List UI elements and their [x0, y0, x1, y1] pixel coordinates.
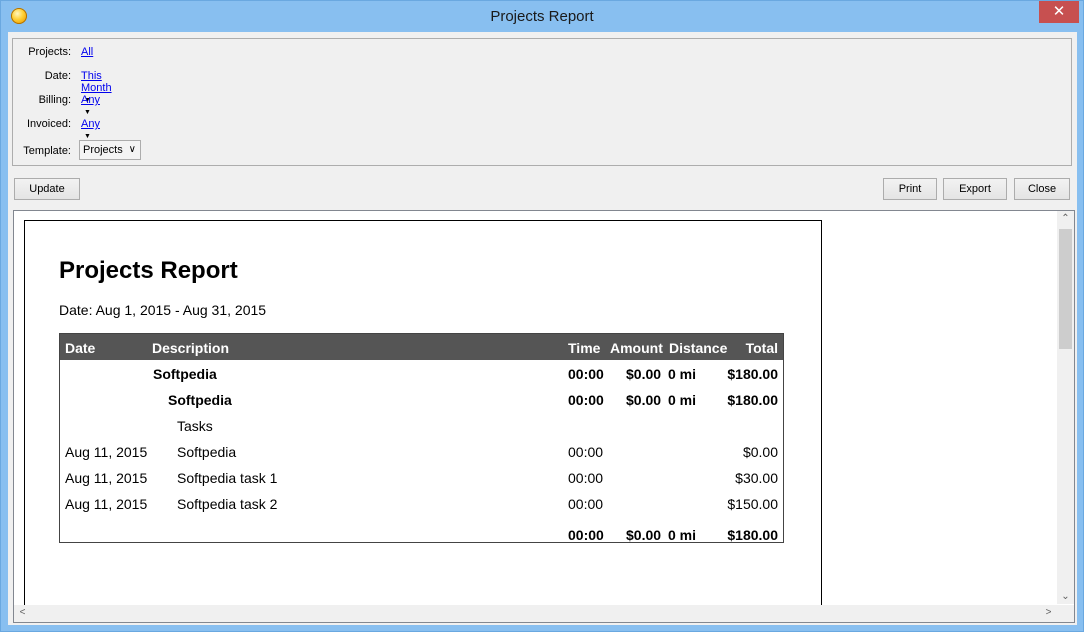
group-time: 00:00 — [568, 366, 604, 382]
row-date: Aug 11, 2015 — [65, 444, 148, 460]
subgroup-total: $180.00 — [727, 392, 778, 408]
title-bar: Projects Report ✕ — [1, 1, 1083, 32]
group-description: Softpedia — [153, 366, 217, 382]
date-value[interactable]: This Month — [81, 70, 112, 94]
row-total: $0.00 — [742, 444, 778, 460]
row-date: Aug 11, 2015 — [65, 496, 148, 512]
row-time: 00:00 — [568, 470, 604, 486]
report-window: Projects Report ✕ Projects: All Date: Th… — [0, 0, 1084, 632]
table-header: Date Description Time Amount Distance To… — [60, 334, 783, 360]
row-total: $150.00 — [727, 496, 778, 512]
total-amount: $0.00 — [626, 527, 662, 543]
vertical-scrollbar[interactable]: ⌃ ⌄ — [1057, 211, 1074, 604]
invoiced-dropdown-arrow-icon: ▼ — [84, 133, 91, 140]
export-button[interactable]: Export — [943, 178, 1007, 200]
billing-dropdown-arrow-icon: ▼ — [84, 109, 91, 116]
scroll-up-icon[interactable]: ⌃ — [1057, 213, 1074, 224]
window-title: Projects Report — [490, 8, 594, 25]
billing-label: Billing: — [38, 94, 71, 106]
projects-label: Projects: — [28, 46, 71, 58]
invoiced-value[interactable]: Any — [81, 118, 100, 130]
row-description: Softpedia — [177, 444, 237, 460]
subgroup-distance: 0 mi — [668, 392, 697, 408]
col-amount: Amount — [610, 340, 663, 356]
billing-value[interactable]: Any — [81, 94, 100, 106]
template-value: Projects — [83, 144, 123, 156]
col-total: Total — [745, 340, 778, 356]
window-close-button[interactable]: ✕ — [1039, 1, 1079, 23]
col-date: Date — [65, 340, 96, 356]
row-time: 00:00 — [568, 444, 604, 460]
group-total: $180.00 — [727, 366, 778, 382]
group-distance: 0 mi — [668, 366, 697, 382]
scroll-right-icon[interactable]: > — [1040, 607, 1057, 618]
col-time: Time — [568, 340, 601, 356]
invoiced-link[interactable]: Any ▼ — [81, 118, 100, 142]
date-label: Date: — [44, 70, 71, 82]
filter-panel: Projects: All Date: This Month ▼ Billing:… — [12, 38, 1072, 166]
col-description: Description — [152, 340, 230, 356]
total-time: 00:00 — [568, 527, 604, 543]
template-select[interactable]: Projects ∨ — [79, 140, 141, 160]
client-area: Projects: All Date: This Month ▼ Billing:… — [8, 32, 1077, 625]
row-date: Aug 11, 2015 — [65, 470, 148, 486]
scroll-down-icon[interactable]: ⌄ — [1057, 591, 1074, 602]
report-viewer[interactable]: Projects Report Date: Aug 1, 2015 - Aug … — [13, 210, 1075, 623]
projects-link[interactable]: All — [81, 46, 93, 58]
report-date-range: Date: Aug 1, 2015 - Aug 31, 2015 — [59, 302, 267, 318]
row-total: $30.00 — [735, 470, 778, 486]
col-distance: Distance — [669, 340, 728, 356]
report-title: Projects Report — [59, 257, 238, 284]
template-label: Template: — [23, 145, 71, 157]
row-description: Softpedia task 2 — [177, 496, 278, 512]
close-button[interactable]: Close — [1014, 178, 1070, 200]
row-time: 00:00 — [568, 496, 604, 512]
invoiced-label: Invoiced: — [26, 118, 71, 130]
scroll-left-icon[interactable]: < — [14, 607, 31, 618]
vertical-scroll-thumb[interactable] — [1059, 229, 1072, 349]
report-table: Date Description Time Amount Distance To… — [59, 333, 784, 543]
subgroup-time: 00:00 — [568, 392, 604, 408]
billing-link[interactable]: Any ▼ — [81, 94, 100, 118]
update-button[interactable]: Update — [14, 178, 80, 200]
category-label: Tasks — [177, 418, 213, 434]
report-page: Projects Report Date: Aug 1, 2015 - Aug … — [24, 220, 822, 622]
subgroup-description: Softpedia — [168, 392, 232, 408]
subgroup-amount: $0.00 — [626, 392, 662, 408]
scrollbar-corner — [1057, 605, 1074, 622]
total-distance: 0 mi — [668, 527, 697, 543]
print-button[interactable]: Print — [883, 178, 937, 200]
horizontal-scrollbar[interactable]: < > — [14, 605, 1057, 622]
total-total: $180.00 — [727, 527, 778, 543]
chevron-down-icon: ∨ — [128, 144, 136, 155]
group-amount: $0.00 — [626, 366, 662, 382]
row-description: Softpedia task 1 — [177, 470, 278, 486]
